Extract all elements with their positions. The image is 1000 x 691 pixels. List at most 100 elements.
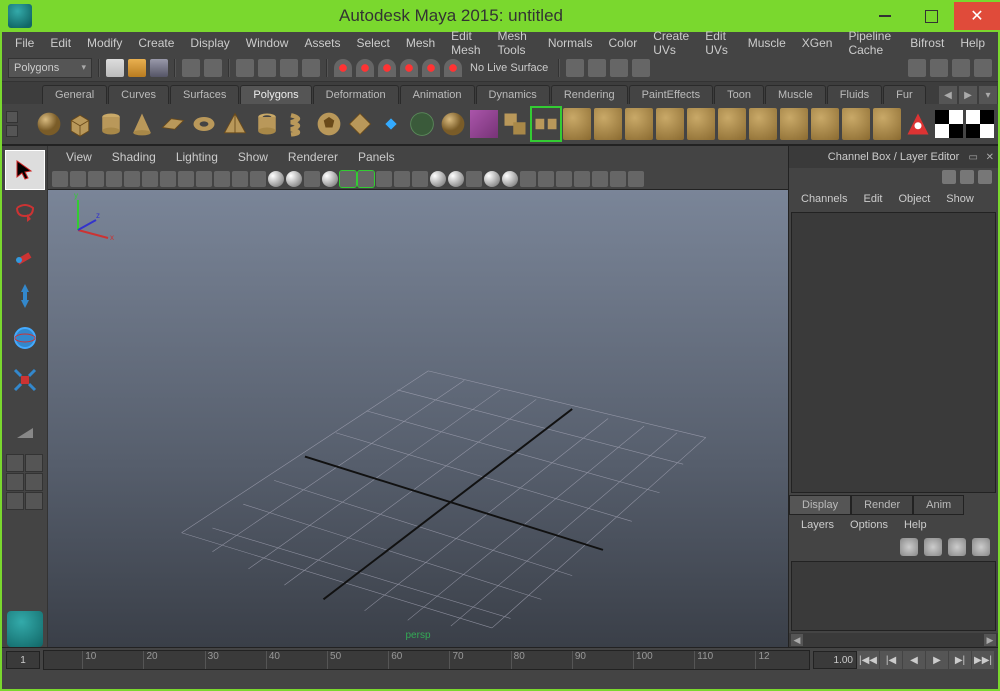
menu-color[interactable]: Color: [602, 34, 645, 52]
screen-space-ao-icon[interactable]: [394, 171, 410, 187]
safe-action-icon[interactable]: [250, 171, 266, 187]
start-frame-field[interactable]: 1: [6, 651, 40, 669]
shelf-tab-toon[interactable]: Toon: [714, 85, 764, 104]
multisample-aa-icon[interactable]: [430, 171, 446, 187]
poly-mirror-icon[interactable]: [904, 108, 932, 140]
snap-plane-icon[interactable]: [400, 59, 418, 77]
step-forward-button[interactable]: ▶|: [949, 651, 971, 669]
snap-curve-icon[interactable]: [356, 59, 374, 77]
2d-pan-zoom-icon[interactable]: [124, 171, 140, 187]
layer-selected-icon[interactable]: [972, 538, 990, 556]
move-tool[interactable]: [5, 276, 45, 316]
panel-menu-lighting[interactable]: Lighting: [168, 148, 226, 166]
poly-helix-icon[interactable]: [284, 108, 312, 140]
poly-cube-uv-icon[interactable]: [470, 108, 498, 140]
play-forward-button[interactable]: ▶: [926, 651, 948, 669]
menu-bifrost[interactable]: Bifrost: [903, 34, 951, 52]
shelf-tab-general[interactable]: General: [42, 85, 107, 104]
layout-two-side[interactable]: [6, 473, 24, 491]
poly-extrude-icon[interactable]: [563, 108, 591, 140]
poly-combine-icon[interactable]: [501, 108, 529, 140]
poly-type-icon[interactable]: [408, 108, 436, 140]
poly-bridge-icon[interactable]: [594, 108, 622, 140]
paint-select-tool[interactable]: [5, 234, 45, 274]
tool-settings-toggle-icon[interactable]: [930, 59, 948, 77]
shelf-tab-animation[interactable]: Animation: [400, 85, 475, 104]
menu-help[interactable]: Help: [953, 34, 992, 52]
select-object-icon[interactable]: [280, 59, 298, 77]
viewport-component-icon[interactable]: [610, 171, 626, 187]
isolate-select-icon[interactable]: [466, 171, 482, 187]
panel-minimize-icon[interactable]: ▭: [969, 152, 978, 163]
close-button[interactable]: ✕: [954, 2, 1000, 30]
open-scene-icon[interactable]: [128, 59, 146, 77]
poly-separate-icon[interactable]: [532, 108, 560, 140]
time-ruler[interactable]: 10 20 30 40 50 60 70 80 90 100 110 12: [43, 650, 810, 670]
layer-tab-anim[interactable]: Anim: [913, 495, 964, 515]
menu-set-dropdown[interactable]: Polygons: [8, 58, 92, 78]
layout-three[interactable]: [6, 492, 24, 510]
grease-pencil-icon[interactable]: [142, 171, 158, 187]
layer-empty-icon[interactable]: [948, 538, 966, 556]
cb-menu-show[interactable]: Show: [940, 191, 980, 207]
shelf-tab-painteffects[interactable]: PaintEffects: [629, 85, 714, 104]
shelf-menu-icon[interactable]: ▾: [979, 86, 997, 104]
grid-toggle-icon[interactable]: [160, 171, 176, 187]
fast-forward-button[interactable]: ▶▶|: [972, 651, 994, 669]
viewport-persp[interactable]: y x z persp: [48, 190, 788, 647]
layout-single[interactable]: [6, 454, 24, 472]
cb-menu-channels[interactable]: Channels: [795, 191, 853, 207]
poly-cube-icon[interactable]: [66, 108, 94, 140]
poly-multi-cut-icon[interactable]: [749, 108, 777, 140]
poly-checker-2-icon[interactable]: [966, 108, 994, 140]
select-by-name-icon[interactable]: [236, 59, 254, 77]
gate-mask-icon[interactable]: [214, 171, 230, 187]
channel-box-toggle-icon[interactable]: [952, 59, 970, 77]
poly-smooth-icon[interactable]: [811, 108, 839, 140]
wire-on-shaded-icon[interactable]: [322, 171, 338, 187]
layout-outliner[interactable]: [25, 492, 43, 510]
poly-sphere2-icon[interactable]: [439, 108, 467, 140]
shelf-tab-rendering[interactable]: Rendering: [551, 85, 628, 104]
poly-torus-icon[interactable]: [190, 108, 218, 140]
panel-menu-renderer[interactable]: Renderer: [280, 148, 346, 166]
undo-icon[interactable]: [182, 59, 200, 77]
rewind-button[interactable]: |◀◀: [857, 651, 879, 669]
poly-offset-edge-loop-icon[interactable]: [718, 108, 746, 140]
render-settings-icon[interactable]: [632, 59, 650, 77]
save-scene-icon[interactable]: [150, 59, 168, 77]
viewport-share-icon[interactable]: [628, 171, 644, 187]
shelf-tab-muscle[interactable]: Muscle: [765, 85, 826, 104]
rotate-tool[interactable]: [5, 318, 45, 358]
poly-sculpt-icon[interactable]: [873, 108, 901, 140]
snap-toggle-icon[interactable]: [444, 59, 462, 77]
poly-soccer-icon[interactable]: [315, 108, 343, 140]
lock-camera-icon[interactable]: [70, 171, 86, 187]
panel-close-icon[interactable]: ✕: [986, 152, 994, 163]
menu-modify[interactable]: Modify: [80, 34, 129, 52]
step-back-button[interactable]: |◀: [880, 651, 902, 669]
use-all-lights-icon[interactable]: [358, 171, 374, 187]
layer-tab-render[interactable]: Render: [851, 495, 913, 515]
layer-move-up-icon[interactable]: [900, 538, 918, 556]
minimize-button[interactable]: [862, 2, 908, 30]
menu-edit[interactable]: Edit: [43, 34, 78, 52]
shelf-tab-surfaces[interactable]: Surfaces: [170, 85, 239, 104]
attribute-editor-toggle-icon[interactable]: [908, 59, 926, 77]
render-view-icon[interactable]: [566, 59, 584, 77]
menu-create[interactable]: Create: [131, 34, 181, 52]
depth-of-field-icon[interactable]: [448, 171, 464, 187]
film-gate-icon[interactable]: [178, 171, 194, 187]
shelf-tab-polygons[interactable]: Polygons: [240, 85, 311, 104]
layer-scroll-left[interactable]: ◀: [791, 634, 803, 646]
image-plane-icon[interactable]: [106, 171, 122, 187]
layout-four[interactable]: [25, 454, 43, 472]
layer-scroll-right[interactable]: ▶: [984, 634, 996, 646]
panel-menu-panels[interactable]: Panels: [350, 148, 403, 166]
shelf-options[interactable]: [6, 111, 32, 137]
poly-checker-1-icon[interactable]: [935, 108, 963, 140]
menu-normals[interactable]: Normals: [541, 34, 600, 52]
shelf-tab-dynamics[interactable]: Dynamics: [476, 85, 550, 104]
shelf-tab-fluids[interactable]: Fluids: [827, 85, 882, 104]
new-scene-icon[interactable]: [106, 59, 124, 77]
